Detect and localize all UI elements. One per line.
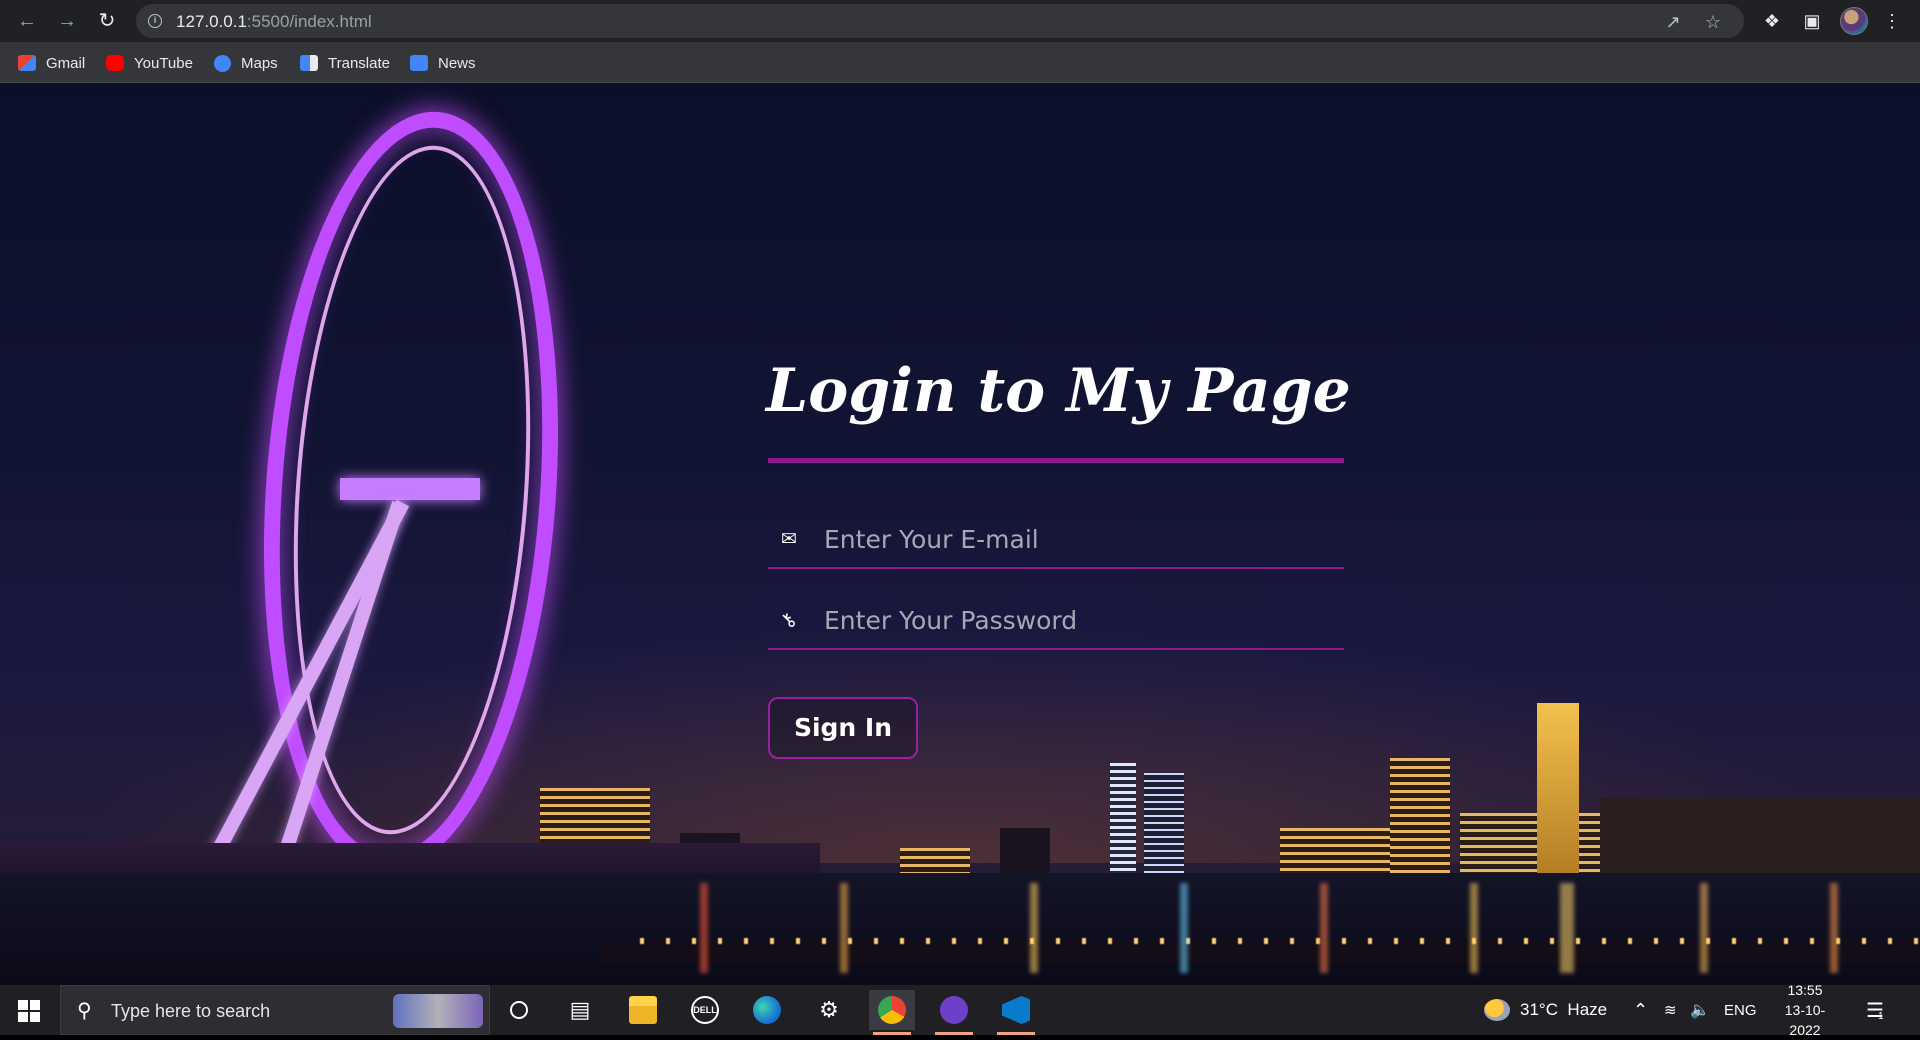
url-text[interactable]: 127.0.0.1:5500/index.html — [176, 12, 372, 32]
windows-taskbar: ⚲ Type here to search ▤ DELL ⚙ 31°C Haze… — [0, 982, 1920, 1038]
river — [0, 873, 1920, 985]
task-view-icon[interactable]: ▤ — [557, 990, 603, 1030]
volume-icon[interactable]: 🔈 — [1690, 985, 1710, 1035]
reload-icon[interactable]: ↻ — [94, 8, 120, 34]
sign-in-button[interactable]: Sign In — [768, 697, 918, 759]
notification-count: 1 — [1877, 1010, 1884, 1022]
news-icon — [410, 55, 428, 71]
email-input[interactable] — [822, 519, 1322, 559]
bookmark-translate[interactable]: Translate — [300, 52, 390, 74]
url-path: :5500/index.html — [246, 12, 372, 31]
bookmark-news[interactable]: News — [410, 52, 476, 74]
maps-icon — [214, 54, 231, 72]
profile-avatar[interactable] — [1840, 7, 1868, 35]
bookmark-label: News — [438, 54, 476, 72]
bookmark-label: Gmail — [46, 54, 86, 72]
weather-haze-icon — [1484, 999, 1510, 1021]
settings-gear-icon[interactable]: ⚙ — [806, 990, 852, 1030]
login-title: Login to My Page — [766, 356, 1351, 426]
menu-kebab-icon[interactable]: ⋮ — [1880, 9, 1904, 33]
clock-date: 13-10-2022 — [1784, 1002, 1826, 1038]
wifi-icon[interactable]: ≋ — [1664, 985, 1677, 1035]
password-field: ⚷ — [768, 594, 1344, 650]
clock[interactable]: 13:55 13-10-2022 — [1770, 982, 1840, 1038]
translate-icon — [300, 55, 318, 71]
back-arrow-icon[interactable]: ← — [14, 8, 40, 34]
bookmark-youtube[interactable]: YouTube — [106, 52, 193, 74]
search-highlight-art — [393, 994, 483, 1028]
chrome-icon[interactable] — [869, 990, 915, 1035]
gmail-icon — [18, 55, 36, 71]
share-icon[interactable]: ↗ — [1662, 11, 1684, 33]
bookmark-label: Maps — [241, 54, 278, 72]
bookmark-maps[interactable]: Maps — [214, 52, 278, 74]
site-info-icon[interactable]: i — [148, 14, 162, 28]
youtube-icon — [106, 55, 124, 71]
envelope-icon: ✉ — [781, 529, 797, 550]
login-page: Login to My Page ✉ ⚷ Sign In — [0, 83, 1920, 985]
bridge — [600, 941, 1920, 963]
bridge-lights — [640, 938, 1920, 944]
github-desktop-icon[interactable] — [931, 990, 977, 1035]
forward-arrow-icon[interactable]: → — [54, 8, 80, 34]
password-input[interactable] — [822, 600, 1322, 640]
search-icon: ⚲ — [77, 1000, 92, 1022]
language-indicator[interactable]: ENG — [1724, 985, 1757, 1035]
email-field: ✉ — [768, 513, 1344, 569]
cortana-circle-icon[interactable] — [496, 990, 542, 1030]
title-underline — [768, 458, 1344, 463]
file-explorer-icon[interactable] — [620, 990, 666, 1030]
weather-text: 31°C Haze — [1520, 1000, 1608, 1019]
key-icon: ⚷ — [776, 608, 801, 633]
bookmark-label: YouTube — [134, 54, 193, 72]
show-hidden-icons-chevron-icon[interactable]: ⌃ — [1633, 985, 1648, 1035]
edge-icon[interactable] — [744, 990, 790, 1030]
address-bar[interactable]: i 127.0.0.1:5500/index.html ↗ ☆ — [136, 4, 1744, 38]
bookmark-gmail[interactable]: Gmail — [18, 52, 85, 74]
notification-center-icon[interactable]: ☰ 1 — [1866, 985, 1884, 1035]
side-panel-icon[interactable]: ▣ — [1800, 9, 1824, 33]
weather-widget[interactable]: 31°C Haze — [1484, 985, 1607, 1035]
bookmark-label: Translate — [328, 54, 390, 72]
windows-start-icon[interactable] — [18, 1000, 40, 1022]
vscode-icon[interactable] — [993, 990, 1039, 1035]
clock-time: 13:55 — [1787, 982, 1823, 998]
browser-toolbar: ← → ↻ i 127.0.0.1:5500/index.html ↗ ☆ ❖ … — [0, 0, 1920, 42]
extensions-puzzle-icon[interactable]: ❖ — [1760, 9, 1784, 33]
taskbar-search-placeholder: Type here to search — [111, 1001, 271, 1021]
url-host: 127.0.0.1 — [176, 12, 247, 31]
dell-icon[interactable]: DELL — [682, 990, 728, 1030]
bookmark-star-icon[interactable]: ☆ — [1702, 11, 1724, 33]
ferris-wheel-hub — [340, 478, 480, 500]
bookmarks-bar: Gmail YouTube Maps Translate News — [0, 42, 1920, 83]
taskbar-search-box[interactable]: ⚲ Type here to search — [60, 985, 490, 1035]
